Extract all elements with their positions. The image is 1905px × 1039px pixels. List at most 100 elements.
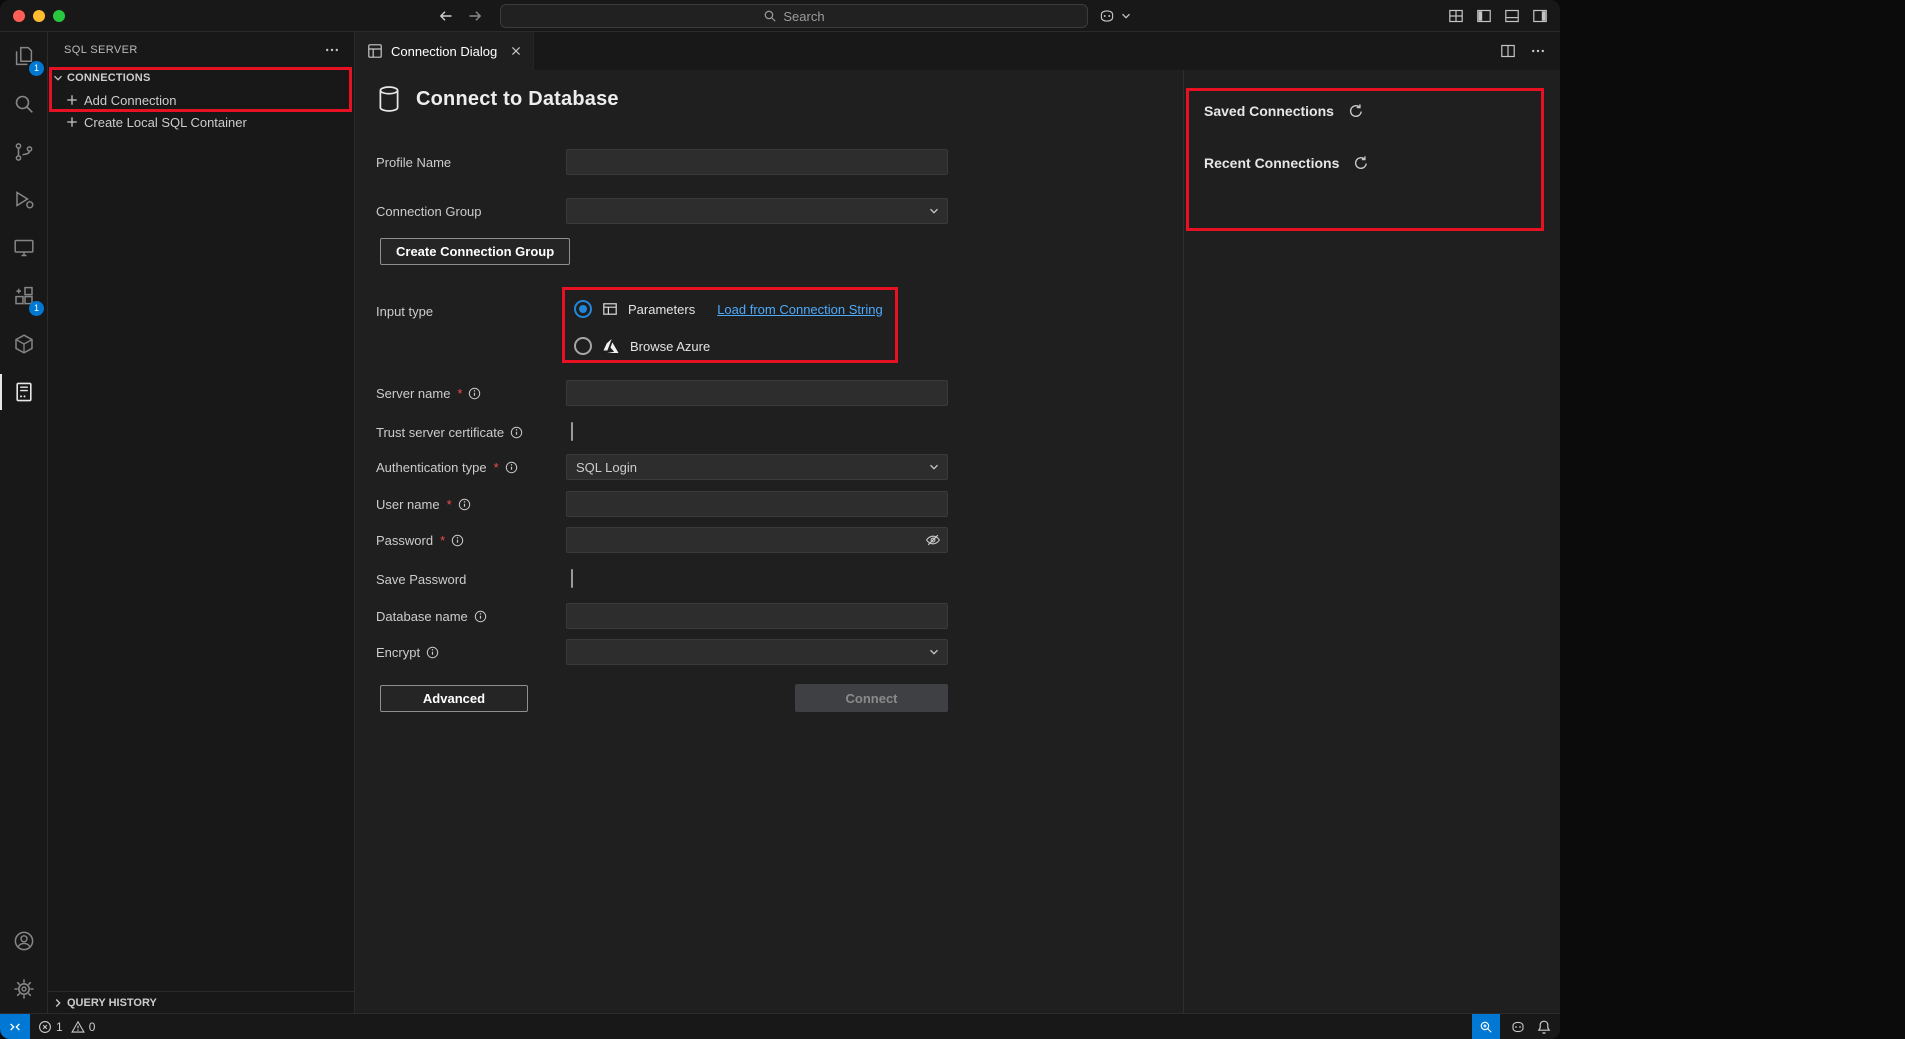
info-icon[interactable] [451,534,464,547]
encrypt-label: Encrypt [376,645,566,660]
recent-connections-section: Recent Connections [1204,155,1560,171]
status-bar: 1 0 [0,1013,1560,1039]
recent-connections-heading: Recent Connections [1204,155,1339,171]
sidebar-item-create-local-sql-container[interactable]: Create Local SQL Container [48,111,354,133]
source-control-icon [12,140,36,164]
info-icon[interactable] [426,646,439,659]
connection-dialog-webview: Connect to Database Profile Name Conne [355,70,1560,1013]
go-forward-button[interactable] [467,8,483,24]
connection-group-select[interactable] [566,198,948,224]
copilot-status-button[interactable] [1510,1019,1526,1035]
notifications-bell-button[interactable] [1536,1019,1552,1035]
activity-source-control[interactable] [0,128,48,176]
trust-server-certificate-checkbox[interactable] [571,422,573,441]
close-icon[interactable] [509,44,523,58]
command-center-search[interactable]: Search [500,4,1088,28]
connections-section-header[interactable]: CONNECTIONS [48,67,354,89]
remote-indicator-button[interactable] [0,1014,30,1039]
refresh-recent-connections-button[interactable] [1353,155,1369,171]
saved-connections-heading: Saved Connections [1204,103,1334,119]
macos-close-button[interactable] [13,10,25,22]
profile-name-row: Profile Name [376,149,948,175]
gear-icon [12,977,36,1001]
required-asterisk: * [494,460,499,475]
chevron-down-icon [928,461,940,473]
run-debug-icon [12,188,36,212]
toggle-password-visibility-button[interactable] [925,532,941,548]
copilot-menu-button[interactable] [1098,0,1132,32]
warning-count: 0 [89,1020,96,1034]
plus-icon [65,93,79,107]
activity-search[interactable] [0,80,48,128]
editor-group: Connection Dialog [355,32,1560,1013]
form-actions-row: Advanced Connect [380,684,948,712]
sidebar-more-actions-button[interactable] [324,42,340,58]
user-name-input[interactable] [566,491,948,517]
plus-icon [65,115,79,129]
explorer-badge: 1 [29,61,44,76]
info-icon[interactable] [510,426,523,439]
title-bar: Search [0,0,1560,32]
split-editor-button[interactable] [1500,43,1516,59]
activity-settings[interactable] [0,965,48,1013]
user-name-row: User name* [376,491,948,517]
profile-name-input[interactable] [566,149,948,175]
activity-extensions[interactable]: 1 [0,272,48,320]
database-name-input[interactable] [566,603,948,629]
activity-remote-explorer[interactable] [0,224,48,272]
load-from-connection-string-link[interactable]: Load from Connection String [717,302,882,317]
activity-accounts[interactable] [0,917,48,965]
authentication-type-select[interactable]: SQL Login [566,454,948,480]
editor-more-actions-button[interactable] [1530,43,1546,59]
info-icon[interactable] [458,498,471,511]
info-icon[interactable] [505,461,518,474]
activity-containers[interactable] [0,320,48,368]
advanced-button[interactable]: Advanced [380,685,528,712]
tab-bar: Connection Dialog [355,32,1560,70]
refresh-saved-connections-button[interactable] [1348,103,1364,119]
activity-explorer[interactable]: 1 [0,32,48,80]
tab-connection-dialog[interactable]: Connection Dialog [355,32,534,70]
input-type-option-parameters: Parameters Load from Connection String [566,297,948,321]
macos-minimize-button[interactable] [33,10,45,22]
sidebar-item-add-connection[interactable]: Add Connection [48,89,354,111]
input-type-label: Input type [376,299,566,323]
saved-connections-section: Saved Connections [1204,103,1560,119]
azure-icon [602,337,620,355]
screencast-zoom-button[interactable] [1472,1014,1500,1039]
toggle-secondary-sidebar-button[interactable] [1532,8,1548,24]
toggle-primary-sidebar-button[interactable] [1476,8,1492,24]
problems-button[interactable]: 1 0 [30,1014,107,1039]
activity-run-debug[interactable] [0,176,48,224]
authentication-type-label: Authentication type* [376,460,566,475]
customize-layout-button[interactable] [1448,8,1464,24]
zoom-in-icon [1479,1020,1493,1034]
query-history-section-label: QUERY HISTORY [67,997,157,1009]
go-back-button[interactable] [438,8,454,24]
toggle-panel-button[interactable] [1504,8,1520,24]
connection-dialog-tab-icon [367,43,383,59]
input-type-radio-browse-azure[interactable] [574,337,592,355]
activity-bar: 1 1 [0,32,48,1013]
info-icon[interactable] [474,610,487,623]
macos-fullscreen-button[interactable] [53,10,65,22]
create-connection-group-row: Create Connection Group [376,238,948,265]
activity-sql-server[interactable] [0,368,48,416]
query-history-section-header[interactable]: QUERY HISTORY [48,991,354,1013]
server-name-label: Server name* [376,386,566,401]
sidebar-item-label: Create Local SQL Container [84,115,247,130]
connection-form: Profile Name Connection Group [376,149,948,712]
sidebar-title: SQL SERVER [64,44,138,56]
parameters-icon [602,301,618,317]
extensions-badge: 1 [29,301,44,316]
connect-button[interactable]: Connect [795,684,948,712]
create-connection-group-button[interactable]: Create Connection Group [380,238,570,265]
save-password-checkbox[interactable] [571,569,573,588]
password-input[interactable] [566,527,948,553]
encrypt-select[interactable] [566,639,948,665]
sidebar-header: SQL SERVER [48,32,354,67]
connection-group-label: Connection Group [376,204,566,219]
info-icon[interactable] [468,387,481,400]
input-type-radio-parameters[interactable] [574,300,592,318]
server-name-input[interactable] [566,380,948,406]
